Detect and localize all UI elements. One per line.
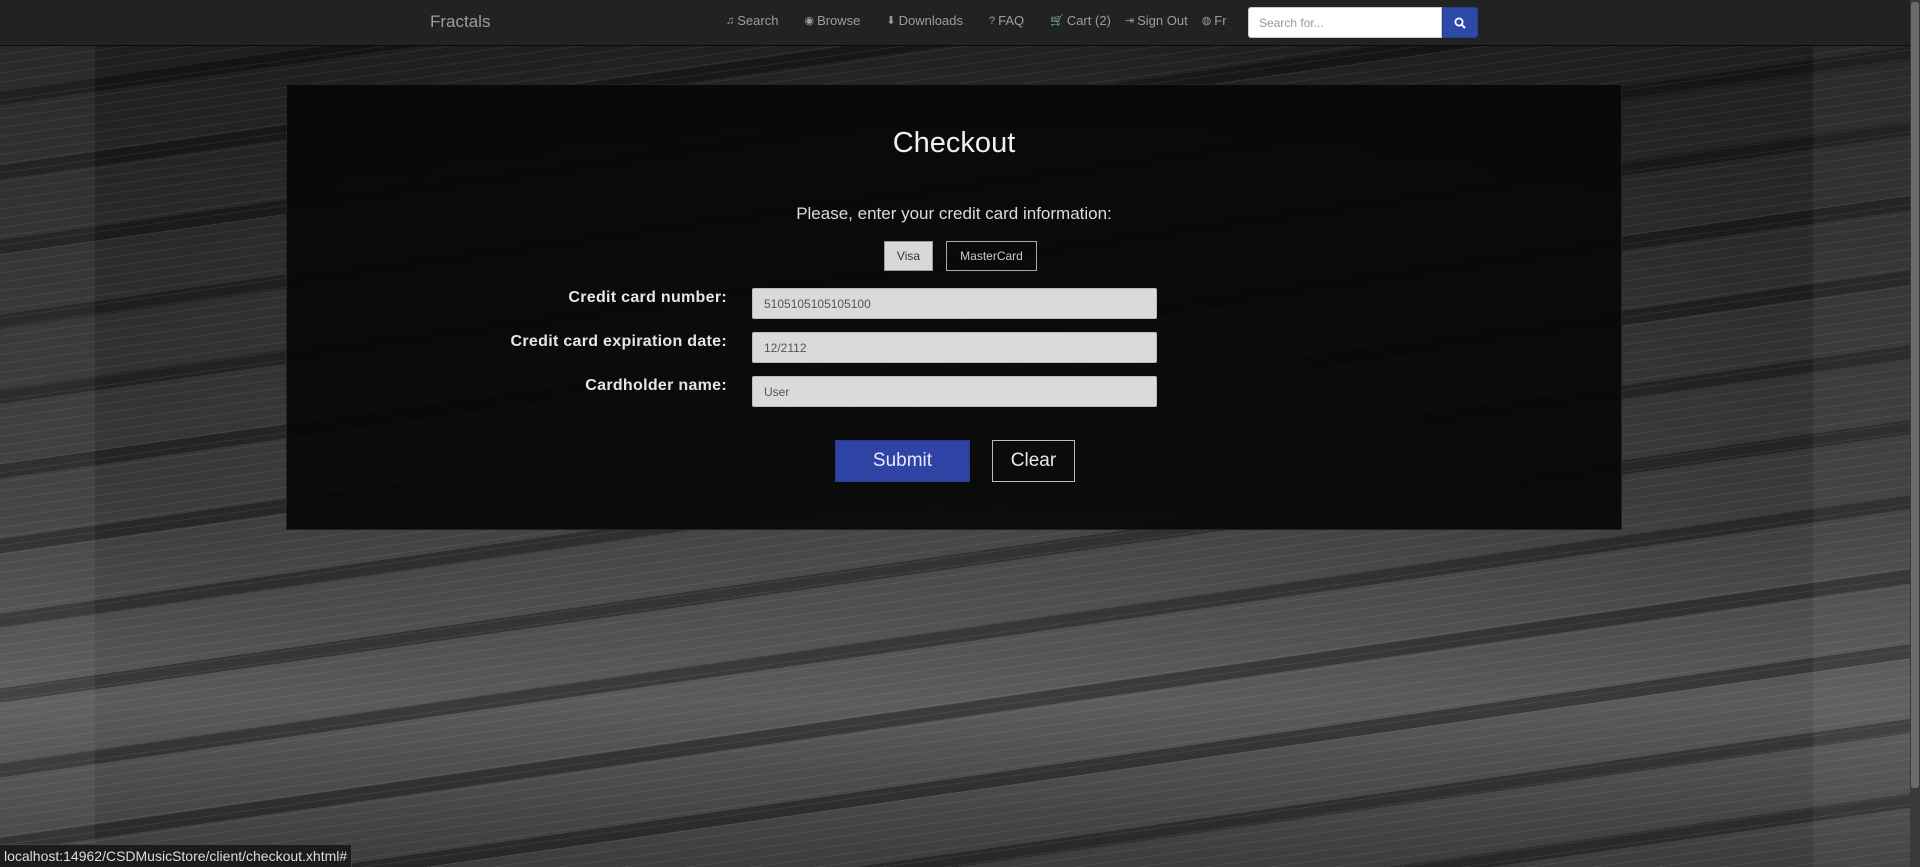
nav-language-label: Fr: [1214, 13, 1227, 28]
nav-cart-label: Cart (2): [1066, 13, 1111, 28]
nav-browse-label: Browse: [817, 13, 861, 28]
search-button[interactable]: [1442, 7, 1478, 38]
nav-search-link[interactable]: ♫ Search: [726, 13, 778, 28]
scrollbar-thumb[interactable]: [1911, 2, 1919, 788]
background-left-margin: [0, 46, 95, 867]
globe-icon: ◍: [1201, 15, 1212, 27]
checkout-instructions: Please, enter your credit card informati…: [796, 204, 1112, 223]
clear-button[interactable]: Clear: [992, 440, 1075, 482]
card-number-label: Credit card number:: [568, 289, 727, 306]
eye-icon: ◉: [804, 15, 815, 27]
sign-out-icon: ⇥: [1124, 15, 1135, 27]
nav-faq-link[interactable]: ? FAQ: [989, 13, 1024, 28]
nav-downloads-label: Downloads: [898, 13, 963, 28]
expiry-field[interactable]: [752, 332, 1157, 363]
brand-link[interactable]: Fractals: [430, 12, 490, 32]
visa-button[interactable]: Visa: [884, 241, 933, 271]
cart-icon: 🛒: [1050, 15, 1064, 27]
nav-cart-link[interactable]: 🛒 Cart (2): [1050, 13, 1111, 28]
card-number-field[interactable]: [752, 288, 1157, 319]
nav-sign-out-label: Sign Out: [1137, 13, 1188, 28]
mastercard-button[interactable]: MasterCard: [946, 241, 1037, 271]
page-title: Checkout: [892, 127, 1016, 159]
cardholder-label: Cardholder name:: [585, 377, 727, 394]
cardholder-field[interactable]: [752, 376, 1157, 407]
page-scrollbar[interactable]: [1910, 0, 1920, 867]
nav-sign-out-link[interactable]: ⇥ Sign Out: [1125, 13, 1188, 28]
nav-search-label: Search: [737, 13, 779, 28]
question-icon: ?: [988, 14, 996, 27]
checkout-panel: Checkout Please, enter your credit card …: [286, 84, 1622, 530]
nav-browse-link[interactable]: ◉ Browse: [804, 13, 860, 28]
nav-links: ♫ Search ◉ Browse ⬇ Downloads ? FAQ 🛒 Ca…: [726, 13, 1253, 28]
browser-status-url: localhost:14962/CSDMusicStore/client/che…: [0, 844, 353, 867]
expiry-label: Credit card expiration date:: [510, 333, 727, 350]
submit-button[interactable]: Submit: [835, 440, 970, 482]
download-icon: ⬇: [886, 15, 896, 27]
nav-faq-label: FAQ: [998, 13, 1025, 28]
nav-downloads-link[interactable]: ⬇ Downloads: [886, 13, 963, 28]
search-input[interactable]: [1248, 7, 1442, 38]
search-icon: [1454, 17, 1466, 29]
background-right-margin: [1813, 46, 1910, 867]
music-note-icon: ♫: [726, 14, 735, 27]
top-navbar: Fractals ♫ Search ◉ Browse ⬇ Downloads ?…: [0, 0, 1910, 46]
nav-language-link[interactable]: ◍ Fr: [1202, 13, 1227, 28]
